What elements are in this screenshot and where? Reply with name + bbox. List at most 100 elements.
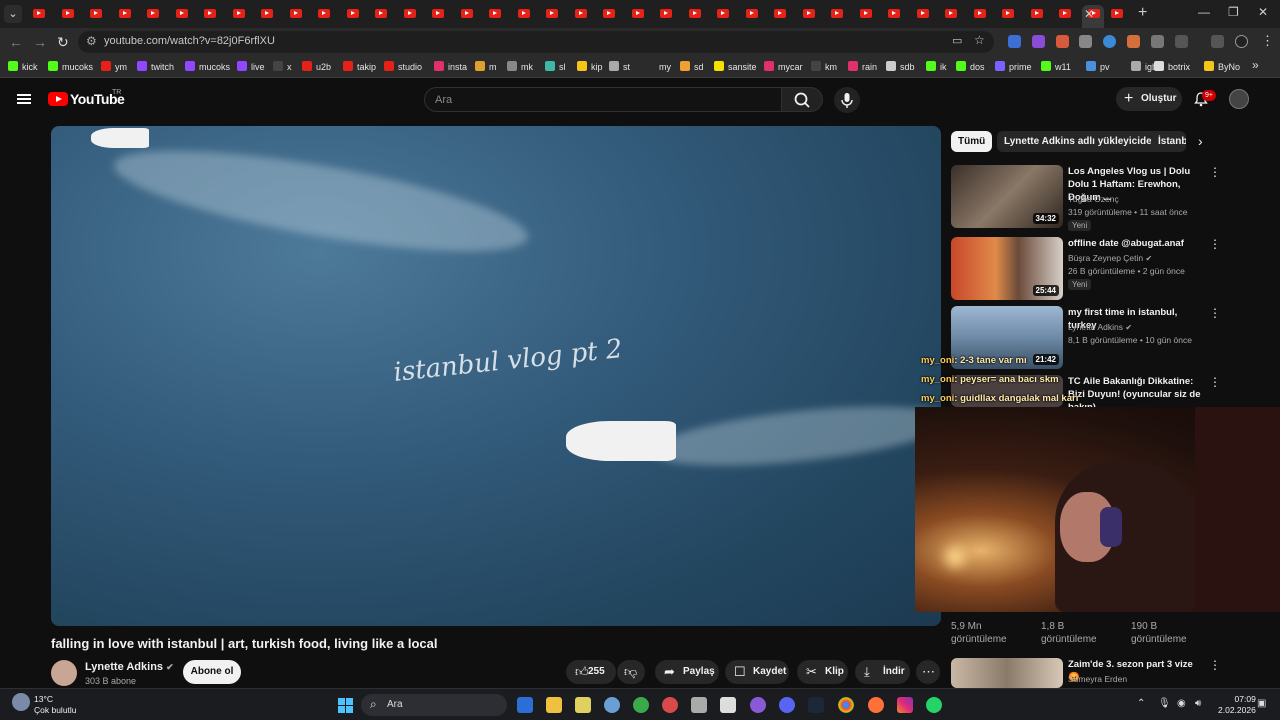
bookmark-item[interactable]: kick (8, 60, 38, 74)
minimize-icon[interactable]: — (1198, 5, 1210, 19)
browser-tab[interactable] (84, 5, 106, 23)
back-icon[interactable]: ← (9, 34, 23, 50)
tab-search-chevron-icon[interactable]: ⌄ (4, 5, 22, 23)
browser-tab[interactable] (455, 5, 477, 23)
chevron-right-icon[interactable]: › (1198, 133, 1203, 149)
bookmark-item[interactable]: km (811, 60, 837, 74)
steam-icon[interactable] (808, 697, 824, 713)
browser-tab[interactable] (882, 5, 904, 23)
more-vertical-icon[interactable]: ⋮ (1209, 375, 1221, 389)
extension-icon[interactable] (1103, 35, 1116, 48)
system-clock[interactable]: 07:09 2.02.2026 (1218, 694, 1256, 716)
bookmark-item[interactable]: sdb (886, 60, 915, 74)
extension-icon[interactable] (1127, 35, 1140, 48)
more-vertical-icon[interactable]: ⋮ (1209, 237, 1221, 251)
notification-center-icon[interactable]: ▣ (1257, 698, 1266, 709)
recommendation-channel[interactable]: Lynette Adkins ✔ (1068, 322, 1132, 332)
browser-tab[interactable] (683, 5, 705, 23)
browser-tab[interactable] (939, 5, 961, 23)
bookmark-item[interactable]: my (645, 60, 671, 74)
browser-tab[interactable] (369, 5, 391, 23)
browser-tab[interactable] (854, 5, 876, 23)
recommendation-item[interactable]: 25:44 offline date @abugat.anaf Büşra Ze… (951, 237, 1221, 301)
windows-start-icon[interactable] (338, 698, 353, 713)
tray-mic-icon[interactable]: 🎙︎ (1158, 698, 1171, 709)
cast-icon[interactable]: ▭ (952, 34, 962, 47)
taskbar-search[interactable]: ⌕ Ara (361, 694, 507, 716)
channel-avatar[interactable] (51, 660, 77, 686)
browser-tab[interactable] (27, 5, 49, 23)
bookmark-item[interactable]: mucoks (48, 60, 93, 74)
chrome-icon[interactable] (838, 697, 854, 713)
app-icon[interactable] (662, 697, 678, 713)
bookmark-item[interactable]: ym (101, 60, 127, 74)
firefox-icon[interactable] (868, 697, 884, 713)
browser-tab[interactable] (540, 5, 562, 23)
browser-tab[interactable] (996, 5, 1018, 23)
bookmark-star-icon[interactable]: ☆ (974, 33, 985, 47)
browser-tab[interactable] (398, 5, 420, 23)
weather-widget[interactable]: 13°C Çok bulutlu (34, 694, 77, 716)
video-thumbnail[interactable] (951, 658, 1063, 688)
bookmark-item[interactable]: kip (577, 60, 603, 74)
recommendation-channel[interactable]: Tuğba Özenç (1068, 194, 1119, 204)
account-avatar[interactable] (1229, 89, 1249, 109)
more-actions-button[interactable]: ⋯ (916, 660, 940, 684)
bookmark-item[interactable]: rain (848, 60, 877, 74)
browser-tab[interactable] (797, 5, 819, 23)
browser-tab[interactable] (170, 5, 192, 23)
search-input[interactable]: Ara (424, 87, 782, 112)
clip-button[interactable]: ✂ Klip (797, 660, 848, 684)
bookmark-item[interactable]: m (475, 60, 497, 74)
browser-tab[interactable] (597, 5, 619, 23)
extension-icon[interactable] (1008, 35, 1021, 48)
bookmark-item[interactable]: x (273, 60, 292, 74)
extension-icon[interactable] (1032, 35, 1045, 48)
bookmark-item[interactable]: botrix (1154, 60, 1190, 74)
like-button[interactable]: 👍︎ 255 (566, 660, 616, 684)
browser-tab[interactable] (740, 5, 762, 23)
browser-tab[interactable] (198, 5, 220, 23)
subscribe-button[interactable]: Abone ol (183, 660, 241, 684)
browser-tab[interactable] (1053, 5, 1075, 23)
new-tab-icon[interactable]: + (1138, 4, 1147, 22)
browser-tab[interactable] (825, 5, 847, 23)
whatsapp-icon[interactable] (926, 697, 942, 713)
menu-hamburger-icon[interactable] (17, 94, 31, 104)
app-icon[interactable] (750, 697, 766, 713)
bookmark-item[interactable]: pv (1086, 60, 1110, 74)
bookmark-item[interactable]: dos (956, 60, 985, 74)
extension-icon[interactable] (1151, 35, 1164, 48)
bookmark-item[interactable]: sl (545, 60, 566, 74)
recommendation-item[interactable]: 34:32 Los Angeles Vlog us | Dolu Dolu 1 … (951, 165, 1221, 231)
more-vertical-icon[interactable]: ⋮ (1209, 658, 1221, 672)
browser-tab[interactable] (1025, 5, 1047, 23)
notes-app-icon[interactable] (575, 697, 591, 713)
forward-icon[interactable]: → (33, 34, 47, 50)
bookmark-item[interactable]: insta (434, 60, 467, 74)
browser-tab[interactable] (711, 5, 733, 23)
file-explorer-icon[interactable] (546, 697, 562, 713)
video-player[interactable]: istanbul vlog pt 2 (51, 126, 941, 626)
save-button[interactable]: ☐ Kaydet (725, 660, 789, 684)
browser-tab[interactable] (512, 5, 534, 23)
browser-tab[interactable] (768, 5, 790, 23)
youtube-logo-icon[interactable] (48, 92, 68, 106)
maximize-icon[interactable]: ❐ (1228, 5, 1239, 19)
browser-tab[interactable] (483, 5, 505, 23)
browser-tab[interactable] (284, 5, 306, 23)
create-button[interactable]: + Oluştur (1116, 87, 1182, 111)
extensions-puzzle-icon[interactable] (1175, 35, 1188, 48)
tray-overflow-icon[interactable]: ⌃ (1137, 698, 1145, 709)
browser-tab[interactable] (113, 5, 135, 23)
headset-app-icon[interactable] (633, 697, 649, 713)
share-button[interactable]: ➦ Paylaş (655, 660, 719, 684)
browser-menu-icon[interactable]: ⋮ (1261, 33, 1274, 49)
discord-icon[interactable] (779, 697, 795, 713)
browser-tab[interactable] (911, 5, 933, 23)
more-vertical-icon[interactable]: ⋮ (1209, 165, 1221, 179)
video-thumbnail[interactable]: 25:44 (951, 237, 1063, 300)
app-icon[interactable] (691, 697, 707, 713)
chip-istanbul[interactable]: İstanb (1151, 131, 1186, 152)
recommendation-title[interactable]: offline date @abugat.anaf (1068, 237, 1204, 250)
